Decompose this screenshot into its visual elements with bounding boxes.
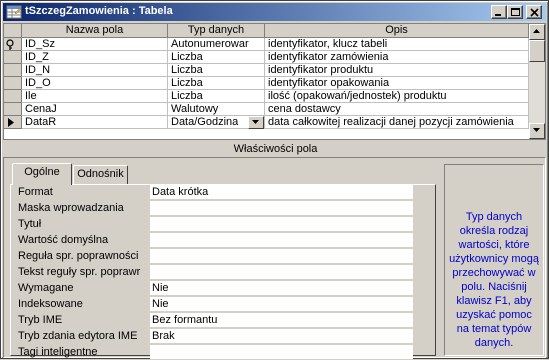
field-design-grid: Nazwa pola Typ danych Opis ID_Sz Autonum…: [3, 23, 546, 140]
property-label: Tryb zdania edytora IME: [18, 330, 138, 342]
row-selector[interactable]: [4, 64, 22, 77]
table-row[interactable]: CenaJ Walutowy cena dostawcy: [4, 103, 529, 116]
data-type-value: Data/Godzina: [171, 116, 239, 128]
row-selector[interactable]: [4, 116, 22, 129]
property-value-field[interactable]: [150, 233, 413, 247]
row-selector[interactable]: [4, 38, 22, 51]
field-name-cell[interactable]: CenaJ: [22, 103, 168, 116]
property-label: Indeksowane: [18, 298, 83, 310]
property-value-field[interactable]: [150, 265, 413, 279]
row-selector[interactable]: [4, 103, 22, 116]
table-design-icon[interactable]: [6, 4, 22, 20]
current-row-arrow-icon: [8, 118, 14, 127]
property-value-field[interactable]: Bez formantu: [150, 313, 413, 327]
table-row-current[interactable]: DataR Data/Godzina data całkowitej reali…: [4, 116, 529, 129]
grid-vertical-scrollbar[interactable]: [529, 24, 545, 139]
scroll-thumb[interactable]: [529, 40, 545, 62]
description-cell[interactable]: identyfikator, klucz tabeli: [265, 38, 529, 51]
table-row[interactable]: ID_O Liczba identyfikator opakowania: [4, 77, 529, 90]
property-value-field[interactable]: [150, 249, 413, 263]
property-label: Wymagane: [18, 282, 74, 294]
property-label: Tekst reguły spr. poprawr: [18, 266, 141, 278]
row-selector-header: [4, 24, 22, 38]
property-value-field[interactable]: Data krótka: [150, 185, 413, 199]
table-design-window: tSzczegZamowienia : Tabela Nazwa pola Ty…: [0, 0, 549, 359]
minimize-button[interactable]: [491, 5, 507, 19]
field-properties-label: Właściwości pola: [233, 143, 318, 155]
tab-general[interactable]: Ogólne: [12, 163, 72, 185]
description-cell[interactable]: identyfikator zamówienia: [265, 51, 529, 64]
description-cell[interactable]: data całkowitej realizacji danej pozycji…: [265, 116, 529, 129]
window-title: tSzczegZamowienia : Tabela: [25, 5, 173, 17]
description-cell[interactable]: identyfikator produktu: [265, 64, 529, 77]
table-row[interactable]: ID_Z Liczba identyfikator zamówienia: [4, 51, 529, 64]
help-text-panel: Typ danych określa rodzaj wartości, któr…: [444, 164, 544, 356]
row-selector[interactable]: [4, 51, 22, 64]
property-label: Tryb IME: [18, 314, 63, 326]
row-selector[interactable]: [4, 77, 22, 90]
property-label: Reguła spr. poprawności: [18, 250, 139, 262]
title-bar[interactable]: tSzczegZamowienia : Tabela: [3, 3, 546, 21]
property-label: Tytuł: [18, 218, 42, 230]
arrow-down-icon: [533, 128, 540, 132]
description-cell[interactable]: cena dostawcy: [265, 103, 529, 116]
data-type-cell[interactable]: Autonumerowar: [168, 38, 265, 51]
description-cell[interactable]: ilość (opakowań/jednostek) produktu: [265, 90, 529, 103]
field-name-cell[interactable]: ID_Z: [22, 51, 168, 64]
arrow-up-icon: [533, 29, 540, 33]
field-name-cell[interactable]: Ile: [22, 90, 168, 103]
column-header-description[interactable]: Opis: [265, 24, 529, 38]
property-value-field[interactable]: [150, 217, 413, 231]
table-row[interactable]: Ile Liczba ilość (opakowań/jednostek) pr…: [4, 90, 529, 103]
key-icon: [6, 39, 14, 50]
field-name-cell[interactable]: ID_Sz: [22, 38, 168, 51]
property-label: Tagi inteligentne: [18, 346, 98, 358]
table-row[interactable]: ID_N Liczba identyfikator produktu: [4, 64, 529, 77]
scroll-down-button[interactable]: [529, 123, 545, 139]
property-label: Wartość domyślna: [18, 234, 109, 246]
row-selector[interactable]: [4, 90, 22, 103]
maximize-button[interactable]: [507, 5, 523, 19]
scroll-up-button[interactable]: [529, 24, 545, 40]
data-type-cell[interactable]: Liczba: [168, 64, 265, 77]
chevron-down-icon: [252, 120, 259, 124]
tab-lookup[interactable]: Odnośnik: [73, 165, 128, 184]
data-type-cell[interactable]: Walutowy: [168, 103, 265, 116]
column-header-field-name[interactable]: Nazwa pola: [22, 24, 168, 38]
data-type-cell[interactable]: Liczba: [168, 77, 265, 90]
property-value-field[interactable]: Nie: [150, 297, 413, 311]
field-name-cell[interactable]: DataR: [22, 116, 168, 129]
data-type-cell[interactable]: Liczba: [168, 51, 265, 64]
property-label: Format: [18, 186, 53, 198]
property-value-field[interactable]: [150, 201, 413, 215]
column-header-data-type[interactable]: Typ danych: [168, 24, 265, 38]
table-row[interactable]: ID_Sz Autonumerowar identyfikator, klucz…: [4, 38, 529, 51]
data-type-cell[interactable]: Liczba: [168, 90, 265, 103]
property-label: Maska wprowadzania: [18, 202, 124, 214]
property-value-field[interactable]: [150, 345, 413, 359]
close-button[interactable]: [526, 5, 542, 19]
property-value-field[interactable]: Brak: [150, 329, 413, 343]
field-name-cell[interactable]: ID_O: [22, 77, 168, 90]
field-name-cell[interactable]: ID_N: [22, 64, 168, 77]
data-type-dropdown-button[interactable]: [248, 116, 264, 129]
description-cell[interactable]: identyfikator opakowania: [265, 77, 529, 90]
property-value-field[interactable]: Nie: [150, 281, 413, 295]
